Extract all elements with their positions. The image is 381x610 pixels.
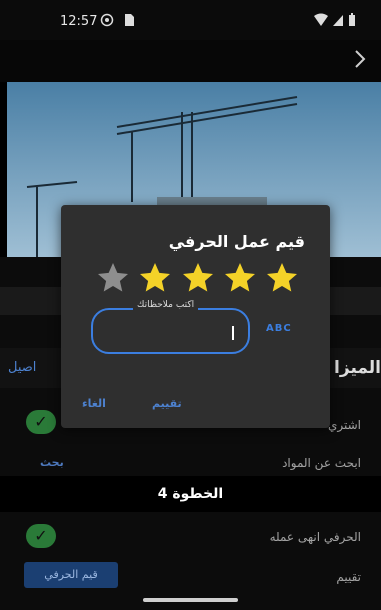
notes-label: اكتب ملاحظاتك: [133, 300, 199, 310]
star-icon-off[interactable]: [95, 260, 131, 296]
search-button[interactable]: بحث: [40, 456, 64, 469]
text-cursor: [232, 326, 234, 340]
rating-dialog: قيم عمل الحرفي اكتب ملاحظاتك ABC تقييم ا…: [61, 205, 330, 428]
status-bar: 12:57: [0, 0, 381, 40]
section-title-partial: الميزا: [334, 358, 381, 378]
step-4-title: الخطوة 4: [157, 486, 224, 502]
step-4-card: الحرفي انهى عمله ✓ تقييم قيم الحرفي: [0, 512, 381, 610]
wifi-icon: [313, 12, 329, 31]
home-indicator[interactable]: [143, 598, 238, 602]
star-icon-on[interactable]: [264, 260, 300, 296]
finished-row-text: الحرفي انهى عمله: [269, 530, 361, 544]
check-icon: ✓: [26, 524, 56, 548]
rating-row-text: تقييم: [336, 570, 361, 584]
status-time: 12:57: [60, 14, 98, 29]
star-icon-on[interactable]: [222, 260, 258, 296]
rate-craftsman-button[interactable]: قيم الحرفي: [24, 562, 118, 588]
battery-icon: [348, 12, 356, 31]
star-icon-on[interactable]: [137, 260, 173, 296]
step-header: الخطوة 4: [0, 476, 381, 512]
check-icon: ✓: [26, 410, 56, 434]
cancel-button[interactable]: الغاء: [82, 397, 106, 410]
top-toolbar: [0, 40, 381, 82]
dialog-title: قيم عمل الحرفي: [168, 232, 305, 251]
star-icon-on[interactable]: [180, 260, 216, 296]
search-materials-text: ابحث عن المواد: [282, 456, 361, 470]
rating-stars: [95, 260, 300, 296]
rate-button[interactable]: تقييم: [152, 397, 182, 410]
chevron-right-icon[interactable]: [353, 48, 367, 76]
sim-card-icon: [123, 12, 135, 31]
vpn-icon: [100, 12, 114, 31]
keyboard-mode-hint[interactable]: ABC: [266, 323, 292, 334]
buy-row-text: اشتري: [327, 418, 361, 432]
notes-input[interactable]: اكتب ملاحظاتك: [91, 300, 250, 354]
signal-icon: [332, 12, 344, 31]
details-tab-partial[interactable]: اصيل: [8, 360, 36, 375]
